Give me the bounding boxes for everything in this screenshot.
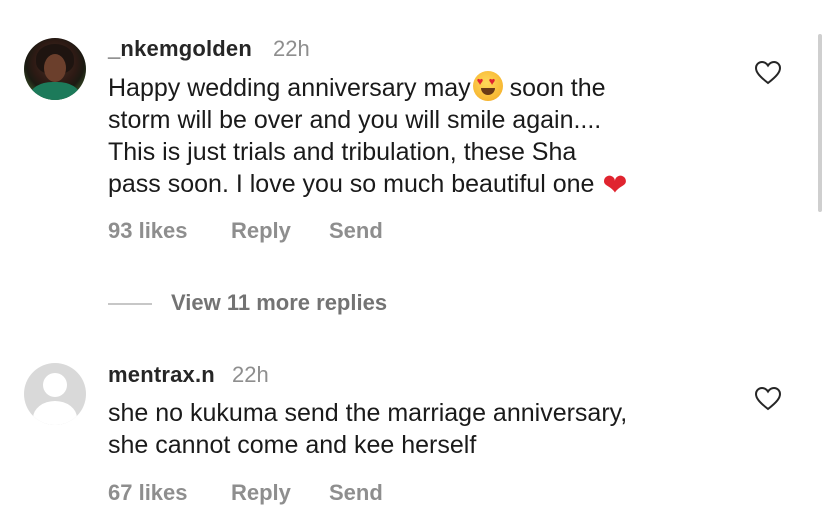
comment-text-part: pass soon. I love you so much beautiful … <box>108 170 595 198</box>
view-more-replies-label[interactable]: View 11 more replies <box>171 290 387 316</box>
scrollbar[interactable] <box>818 34 822 212</box>
avatar-shirt <box>30 82 80 100</box>
send-button[interactable]: Send <box>329 218 383 244</box>
avatar-body <box>33 401 77 425</box>
view-more-replies[interactable]: View 11 more replies <box>108 290 528 318</box>
comment-2: mentrax.n 22h she no kukuma send the mar… <box>0 350 828 521</box>
reply-button[interactable]: Reply <box>231 480 291 506</box>
likes-count[interactable]: 67 likes <box>108 480 188 506</box>
username[interactable]: mentrax.n <box>108 362 215 388</box>
likes-count[interactable]: 93 likes <box>108 218 188 244</box>
timestamp: 22h <box>273 36 310 61</box>
reply-button[interactable]: Reply <box>231 218 291 244</box>
timestamp: 22h <box>232 362 269 387</box>
red-heart-emoji-icon: ❤ <box>602 169 628 202</box>
avatar[interactable] <box>24 38 86 100</box>
comment-text-line: storm will be over and you will smile ag… <box>108 106 602 134</box>
avatar-face <box>44 54 66 82</box>
avatar-head <box>43 373 67 397</box>
username[interactable]: _nkemgolden <box>108 36 252 62</box>
comment-text: she no kukuma send the marriage annivers… <box>108 397 728 461</box>
avatar[interactable] <box>24 363 86 425</box>
comment-text-line: she no kukuma send the marriage annivers… <box>108 399 628 427</box>
comment-text-line: This is just trials and tribulation, the… <box>108 138 577 166</box>
comment-1: _nkemgolden 22h Happy wedding anniversar… <box>0 0 828 270</box>
comment-text-part: soon the <box>502 74 606 102</box>
comment-text-line: she cannot come and kee herself <box>108 431 477 459</box>
comment-text: Happy wedding anniversary may ♥ ♥ soon the… <box>108 71 728 202</box>
heart-eyes-emoji-icon: ♥ ♥ <box>472 71 503 101</box>
comment-text-part: Happy wedding anniversary may <box>108 74 471 102</box>
replies-divider <box>108 303 152 305</box>
send-button[interactable]: Send <box>329 480 383 506</box>
like-heart-icon[interactable] <box>755 387 781 411</box>
like-heart-icon[interactable] <box>755 61 781 85</box>
